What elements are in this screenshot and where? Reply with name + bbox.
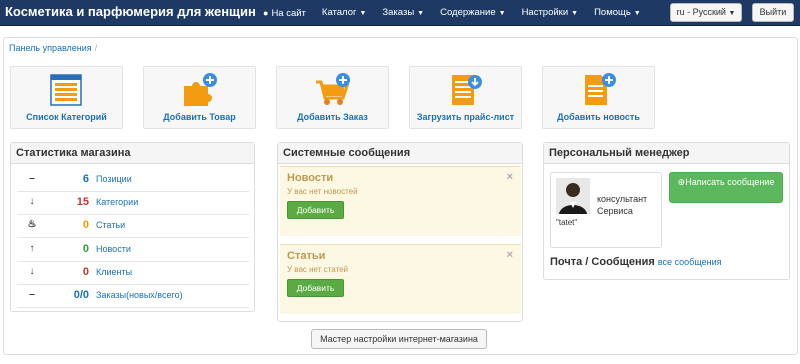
category-list-icon	[50, 74, 82, 106]
chevron-down-icon: ▼	[359, 10, 367, 17]
manager-card: консультант Сервиса "tatet"	[550, 172, 662, 248]
avatar	[556, 178, 590, 214]
message-news: Новости У вас нет новостей × Добавить	[280, 166, 521, 236]
tile-category-list[interactable]: Список Категорий	[10, 66, 123, 129]
add-article-button[interactable]: Добавить	[287, 279, 344, 297]
language-select[interactable]: ru - Русский ▼	[670, 3, 742, 22]
stat-row: – 0/0 Заказы(новых/всего)	[17, 285, 249, 308]
stat-label[interactable]: Статьи	[96, 220, 125, 230]
nav-item-catalog[interactable]: Каталог ▼	[314, 0, 374, 26]
breadcrumb: Панель управления /	[9, 43, 98, 53]
stat-row: ↓ 15 Категории	[17, 192, 249, 216]
stat-row: ♨ 0 Статьи	[17, 215, 249, 239]
mail-title: Почта / Сообщения	[550, 256, 655, 268]
add-product-icon	[184, 73, 217, 106]
trend-icon: ↓	[29, 196, 35, 208]
nav-item-help[interactable]: Помощь ▼	[586, 0, 649, 26]
nav-item-orders[interactable]: Заказы ▼	[374, 0, 432, 26]
tile-upload-pricelist[interactable]: Загрузить прайс-лист	[409, 66, 522, 129]
top-navbar: Косметика и парфюмерия для женщин ● На са…	[0, 0, 800, 26]
system-messages-panel: Системные сообщения Новости У вас нет но…	[277, 142, 523, 322]
stat-value: 0	[82, 219, 89, 232]
stat-row: ↑ 0 Новости	[17, 239, 249, 262]
trend-icon: –	[29, 173, 35, 184]
tile-add-news[interactable]: Добавить новость	[542, 66, 655, 129]
brand-title[interactable]: Косметика и парфюмерия для женщин	[5, 4, 256, 19]
add-news-button[interactable]: Добавить	[287, 201, 344, 219]
globe-icon: ●	[263, 8, 269, 18]
upload-pricelist-icon	[452, 75, 482, 105]
mail-section: Почта / Сообщения все сообщения	[550, 256, 722, 268]
close-icon[interactable]: ×	[507, 249, 513, 261]
stat-row: – 6 Позиции	[17, 169, 249, 192]
tile-add-order[interactable]: Добавить Заказ	[276, 66, 389, 129]
message-articles: Статьи У вас нет статей × Добавить	[280, 244, 521, 314]
tile-add-product[interactable]: Добавить Товар	[143, 66, 256, 129]
trend-icon: ♨	[27, 219, 37, 231]
add-order-cart-icon	[316, 73, 350, 105]
stats-panel: Статистика магазина – 6 Позиции ↓ 15 Категори…	[10, 142, 255, 312]
trend-icon: ↓	[29, 265, 35, 277]
system-messages-title: Системные сообщения	[278, 143, 522, 164]
stat-label[interactable]: Позиции	[96, 174, 132, 184]
logout-button[interactable]: Выйти	[752, 3, 794, 22]
stat-row: ↓ 0 Клиенты	[17, 262, 249, 285]
write-message-button[interactable]: ⊕Написать сообщение	[669, 172, 783, 203]
chevron-down-icon: ▼	[417, 10, 425, 17]
stat-value: 0	[82, 242, 89, 255]
nav-item-site[interactable]: ● На сайт	[255, 0, 314, 26]
trend-icon: –	[29, 289, 35, 300]
stat-label[interactable]: Заказы(новых/всего)	[96, 290, 183, 300]
all-messages-link[interactable]: все сообщения	[658, 257, 722, 267]
stats-panel-title: Статистика магазина	[11, 143, 254, 164]
chevron-down-icon: ▼	[571, 10, 579, 17]
manager-panel-title: Персональный менеджер	[544, 143, 789, 164]
stat-label[interactable]: Новости	[96, 244, 131, 254]
chevron-down-icon: ▼	[728, 10, 736, 17]
stat-value: 6	[82, 173, 89, 185]
nav-item-content[interactable]: Содержание ▼	[432, 0, 513, 26]
manager-name: "tatet"	[556, 218, 578, 227]
stat-label[interactable]: Клиенты	[96, 267, 132, 277]
add-news-icon	[585, 73, 616, 105]
chevron-down-icon: ▼	[633, 10, 641, 17]
stat-value: 0	[82, 265, 89, 278]
nav-item-settings[interactable]: Настройки ▼	[514, 0, 587, 26]
close-icon[interactable]: ×	[507, 171, 513, 183]
stat-value: 0/0	[73, 289, 89, 301]
stat-label[interactable]: Категории	[96, 197, 138, 207]
chevron-down-icon: ▼	[498, 10, 506, 17]
dashboard-container: Панель управления / Список Категорий Доба…	[3, 37, 798, 355]
main-nav: ● На сайт Каталог ▼ Заказы ▼ Содержание ▼ На…	[255, 0, 649, 26]
manager-panel: Персональный менеджер консультант Сервис…	[543, 142, 790, 280]
stat-value: 15	[76, 196, 89, 209]
trend-icon: ↑	[29, 242, 35, 254]
manager-role: консультант Сервиса	[597, 194, 648, 216]
setup-wizard-button[interactable]: Мастер настройки интернет-магазина	[311, 329, 487, 349]
